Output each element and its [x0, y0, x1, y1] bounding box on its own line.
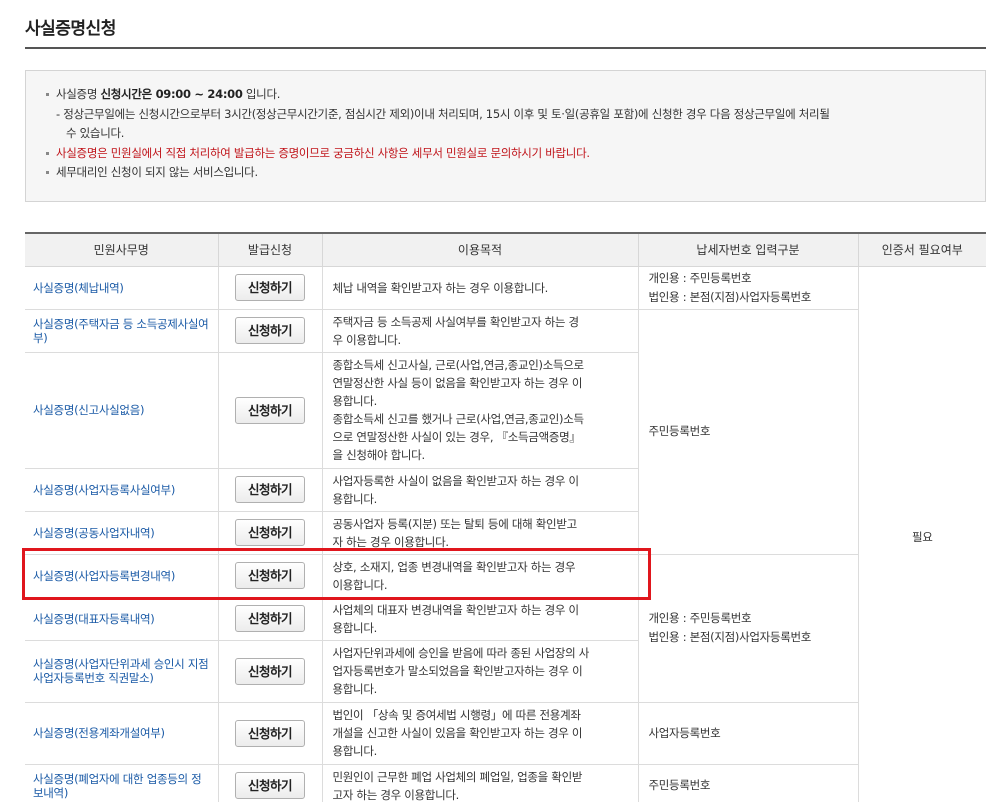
taxno-line: 개인용 : 주민등록번호: [648, 611, 752, 625]
apply-button[interactable]: 신청하기: [235, 772, 305, 799]
purpose-cell: 법인이 「상속 및 증여세법 시행령」에 따른 전용계좌개설을 신고한 사실이 …: [321, 701, 639, 765]
purpose-line: 업자등록번호가 말소되었음을 확인받고자하는 경우 이: [332, 664, 583, 678]
purpose-line: 용합니다.: [332, 620, 378, 635]
service-name-link[interactable]: 사실증명(사업자등록변경내역): [25, 553, 219, 598]
apply-button[interactable]: 신청하기: [235, 396, 305, 424]
purpose-line: 용합니다.: [332, 744, 378, 758]
table-row: 사실증명(폐업자에 대한 업종등의 정보내역) 신청하기 민원인이 근무한 폐업 사…: [25, 763, 986, 802]
service-name-link[interactable]: 사실증명(공동사업자내역): [25, 510, 219, 555]
taxno-cell: 개인용 : 주민등록번호법인용 : 본점(지점)사업자등록번호: [637, 553, 858, 703]
purpose-line: 이용합니다.: [332, 577, 388, 592]
notice-processing-cont: 수 있습니다.: [66, 126, 125, 140]
apply-button[interactable]: 신청하기: [235, 719, 305, 747]
apply-button[interactable]: 신청하기: [235, 476, 305, 503]
header-apply: 발급신청: [217, 233, 323, 267]
notice-processing: - 정상근무일에는 신청시간으로부터 3시간(정상근무시간기준, 점심시간 제외…: [56, 106, 830, 121]
purpose-line: 자 하는 경우 이용합니다.: [332, 534, 450, 549]
purpose-line: 용합니다.: [332, 491, 378, 506]
service-name-link[interactable]: 사실증명(체납내역): [25, 265, 219, 310]
apply-button[interactable]: 신청하기: [235, 562, 305, 589]
apply-cell: 신청하기: [217, 701, 323, 765]
purpose-line: 고자 하는 경우 이용합니다.: [332, 787, 460, 802]
purpose-line: 법인이 「상속 및 증여세법 시행령」에 따른 전용계좌: [332, 708, 581, 722]
header-purpose: 이용목적: [321, 233, 639, 267]
table-row: 사실증명(사업자등록변경내역) 신청하기 상호, 소재지, 업종 변경내역을 확인받…: [25, 553, 986, 703]
purpose-line: 주택자금 등 소득공제 사실여부를 확인받고자 하는 경: [332, 314, 580, 329]
header-name: 민원사무명: [25, 233, 219, 267]
apply-button[interactable]: 신청하기: [235, 605, 305, 632]
apply-button[interactable]: 신청하기: [235, 317, 305, 344]
service-name-link[interactable]: 사실증명(신고사실없음): [25, 351, 219, 469]
purpose-cell: 사업자단위과세에 승인을 받음에 따라 종된 사업장의 사업자등록번호가 말소되…: [321, 639, 638, 703]
apply-button[interactable]: 신청하기: [235, 519, 305, 546]
purpose-cell: 주택자금 등 소득공제 사실여부를 확인받고자 하는 경우 이용합니다.: [321, 308, 639, 353]
service-name-link[interactable]: 사실증명(대표자등록내역): [25, 596, 219, 641]
title-divider: [25, 47, 986, 49]
apply-cell: 신청하기: [217, 265, 323, 310]
taxno-line: 법인용 : 본점(지점)사업자등록번호: [648, 289, 812, 304]
purpose-line: 사업자단위과세에 승인을 받음에 따라 종된 사업장의 사: [332, 646, 590, 660]
taxno-cell: 개인용 : 주민등록번호법인용 : 본점(지점)사업자등록번호: [637, 265, 859, 310]
table-row: 사실증명(주택자금 등 소득공제사실여부) 신청하기 주택자금 등 소득공제 사실여…: [25, 308, 986, 555]
service-name-link[interactable]: 사실증명(폐업자에 대한 업종등의 정보내역): [25, 763, 219, 802]
table-header-row: 민원사무명 발급신청 이용목적 납세자번호 입력구분 인증서 필요여부: [25, 233, 986, 267]
notice-box: 사실증명 신청시간은 09:00 ~ 24:00 입니다. - 정상근무일에는 …: [25, 70, 986, 202]
apply-cell: 신청하기: [217, 596, 323, 641]
apply-cell: 신청하기: [217, 553, 323, 598]
purpose-line: 체납 내역을 확인받고자 하는 경우 이용합니다.: [332, 280, 549, 295]
notice-hours: 사실증명 신청시간은 09:00 ~ 24:00 입니다.: [44, 85, 967, 105]
purpose-line: 용합니다.: [332, 682, 378, 696]
service-table: 민원사무명 발급신청 이용목적 납세자번호 입력구분 인증서 필요여부 사실증명…: [25, 232, 986, 802]
purpose-line: 공동사업자 등록(지분) 또는 탈퇴 등에 대해 확인받고: [332, 516, 578, 531]
purpose-line: 민원인이 근무한 폐업 사업체의 폐업일, 업종을 확인받: [332, 769, 583, 784]
apply-cell: 신청하기: [217, 467, 323, 512]
apply-button[interactable]: 신청하기: [235, 657, 305, 685]
purpose-cell: 공동사업자 등록(지분) 또는 탈퇴 등에 대해 확인받고자 하는 경우 이용합…: [321, 510, 638, 555]
table-row: 사실증명(전용계좌개설여부) 신청하기 법인이 「상속 및 증여세법 시행령」에 따…: [25, 701, 986, 765]
apply-cell: 신청하기: [217, 351, 323, 469]
purpose-line: 을 신청해야 합니다.: [332, 448, 426, 462]
apply-cell: 신청하기: [217, 763, 323, 802]
service-name-link[interactable]: 사실증명(주택자금 등 소득공제사실여부): [25, 308, 219, 353]
apply-button[interactable]: 신청하기: [235, 274, 305, 301]
cert-required-cell: 필요: [857, 265, 986, 802]
taxno-line: 주민등록번호: [648, 778, 711, 792]
taxno-cell: 주민등록번호: [637, 763, 858, 802]
purpose-line: 우 이용합니다.: [332, 332, 402, 347]
taxno-line: 사업자등록번호: [648, 725, 721, 740]
purpose-line: 개설을 신고한 사실이 있음을 확인받고자 하는 경우 이: [332, 726, 583, 740]
page-title: 사실증명신청: [25, 19, 116, 39]
service-name-link[interactable]: 사실증명(전용계좌개설여부): [25, 701, 219, 765]
purpose-line: 용합니다.: [332, 394, 378, 408]
header-taxno: 납세자번호 입력구분: [637, 233, 859, 267]
purpose-cell: 사업체의 대표자 변경내역을 확인받고자 하는 경우 이용합니다.: [321, 596, 638, 641]
notice-inquiry: 사실증명은 민원실에서 직접 처리하여 발급하는 증명이므로 궁금하신 사항은 …: [44, 144, 967, 164]
service-name-link[interactable]: 사실증명(사업자단위과세 승인시 지점사업자등록번호 직권말소): [25, 639, 219, 703]
purpose-line: 연말정산한 사실 등이 없음을 확인받고자 하는 경우 이: [332, 376, 583, 390]
taxno-line: 주민등록번호: [648, 424, 711, 438]
purpose-cell: 상호, 소재지, 업종 변경내역을 확인받고자 하는 경우이용합니다.: [321, 553, 639, 598]
purpose-line: 사업체의 대표자 변경내역을 확인받고자 하는 경우 이: [332, 602, 580, 617]
taxno-cell: 주민등록번호: [637, 308, 858, 555]
purpose-cell: 사업자등록한 사실이 없음을 확인받고자 하는 경우 이용합니다.: [321, 467, 638, 512]
apply-cell: 신청하기: [217, 510, 323, 555]
apply-cell: 신청하기: [217, 639, 323, 703]
taxno-line: 개인용 : 주민등록번호: [648, 270, 752, 285]
service-name-link[interactable]: 사실증명(사업자등록사실여부): [25, 467, 219, 512]
purpose-cell: 민원인이 근무한 폐업 사업체의 폐업일, 업종을 확인받고자 하는 경우 이용…: [321, 763, 639, 802]
purpose-line: 종합소득세 신고사실, 근로(사업,연금,종교인)소득으로: [332, 358, 585, 372]
taxno-cell: 사업자등록번호: [637, 701, 858, 765]
apply-cell: 신청하기: [217, 308, 323, 353]
purpose-line: 종합소득세 신고를 했거나 근로(사업,연금,종교인)소득: [332, 412, 585, 426]
purpose-cell: 종합소득세 신고사실, 근로(사업,연금,종교인)소득으로연말정산한 사실 등이…: [321, 351, 638, 469]
notice-agent: 세무대리인 신청이 되지 않는 서비스입니다.: [44, 163, 967, 183]
header-cert: 인증서 필요여부: [857, 233, 986, 267]
purpose-line: 으로 연말정산한 사실이 있는 경우, 『소득금액증명』: [332, 430, 581, 444]
purpose-line: 사업자등록한 사실이 없음을 확인받고자 하는 경우 이: [332, 473, 580, 488]
taxno-line: 법인용 : 본점(지점)사업자등록번호: [648, 630, 812, 644]
purpose-cell: 체납 내역을 확인받고자 하는 경우 이용합니다.: [321, 265, 639, 310]
purpose-line: 상호, 소재지, 업종 변경내역을 확인받고자 하는 경우: [332, 559, 576, 574]
table-row: 사실증명(체납내역) 신청하기 체납 내역을 확인받고자 하는 경우 이용합니다. 개…: [25, 265, 986, 802]
